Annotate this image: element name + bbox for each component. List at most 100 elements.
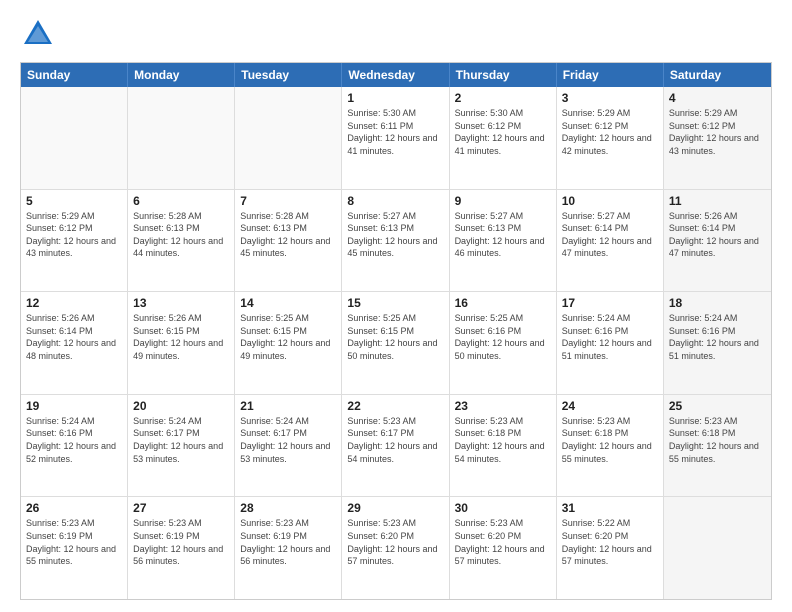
day-number: 4 — [669, 91, 766, 105]
day-info: Sunrise: 5:30 AMSunset: 6:12 PMDaylight:… — [455, 107, 551, 157]
calendar-cell-1: 1 Sunrise: 5:30 AMSunset: 6:11 PMDaylight… — [342, 87, 449, 189]
calendar-page: SundayMondayTuesdayWednesdayThursdayFrid… — [0, 0, 792, 612]
day-info: Sunrise: 5:25 AMSunset: 6:15 PMDaylight:… — [347, 312, 443, 362]
calendar-cell-20: 20 Sunrise: 5:24 AMSunset: 6:17 PMDayligh… — [128, 395, 235, 497]
calendar-row-1: 5 Sunrise: 5:29 AMSunset: 6:12 PMDaylight… — [21, 190, 771, 293]
day-info: Sunrise: 5:29 AMSunset: 6:12 PMDaylight:… — [26, 210, 122, 260]
calendar-row-4: 26Sunrise: 5:23 AMSunset: 6:19 PMDayligh… — [21, 497, 771, 599]
calendar-cell-empty — [128, 87, 235, 189]
day-info: Sunrise: 5:23 AMSunset: 6:19 PMDaylight:… — [240, 517, 336, 567]
calendar-cell-7: 7 Sunrise: 5:28 AMSunset: 6:13 PMDaylight… — [235, 190, 342, 292]
calendar-cell-4: 4 Sunrise: 5:29 AMSunset: 6:12 PMDaylight… — [664, 87, 771, 189]
day-info: Sunrise: 5:24 AMSunset: 6:17 PMDaylight:… — [133, 415, 229, 465]
day-number: 15 — [347, 296, 443, 310]
day-info: Sunrise: 5:24 AMSunset: 6:17 PMDaylight:… — [240, 415, 336, 465]
calendar-cell-19: 19 Sunrise: 5:24 AMSunset: 6:16 PMDayligh… — [21, 395, 128, 497]
day-info: Sunrise: 5:25 AMSunset: 6:15 PMDaylight:… — [240, 312, 336, 362]
day-info: Sunrise: 5:27 AMSunset: 6:14 PMDaylight:… — [562, 210, 658, 260]
day-number: 19 — [26, 399, 122, 413]
day-number: 17 — [562, 296, 658, 310]
day-info: Sunrise: 5:23 AMSunset: 6:19 PMDaylight:… — [133, 517, 229, 567]
calendar-cell-23: 23 Sunrise: 5:23 AMSunset: 6:18 PMDayligh… — [450, 395, 557, 497]
calendar-cell-28: 28Sunrise: 5:23 AMSunset: 6:19 PMDayligh… — [235, 497, 342, 599]
logo — [20, 16, 60, 52]
weekday-header-sunday: Sunday — [21, 63, 128, 87]
calendar-cell-11: 11 Sunrise: 5:26 AMSunset: 6:14 PMDayligh… — [664, 190, 771, 292]
day-number: 11 — [669, 194, 766, 208]
day-number: 16 — [455, 296, 551, 310]
day-info: Sunrise: 5:23 AMSunset: 6:18 PMDaylight:… — [562, 415, 658, 465]
calendar-cell-14: 14 Sunrise: 5:25 AMSunset: 6:15 PMDayligh… — [235, 292, 342, 394]
day-info: Sunrise: 5:27 AMSunset: 6:13 PMDaylight:… — [347, 210, 443, 260]
calendar-cell-9: 9Sunrise: 5:27 AMSunset: 6:13 PMDaylight… — [450, 190, 557, 292]
day-info: Sunrise: 5:24 AMSunset: 6:16 PMDaylight:… — [669, 312, 766, 362]
calendar-cell-21: 21Sunrise: 5:24 AMSunset: 6:17 PMDayligh… — [235, 395, 342, 497]
calendar-cell-24: 24 Sunrise: 5:23 AMSunset: 6:18 PMDayligh… — [557, 395, 664, 497]
calendar-cell-18: 18 Sunrise: 5:24 AMSunset: 6:16 PMDayligh… — [664, 292, 771, 394]
day-info: Sunrise: 5:23 AMSunset: 6:18 PMDaylight:… — [455, 415, 551, 465]
day-info: Sunrise: 5:30 AMSunset: 6:11 PMDaylight:… — [347, 107, 443, 157]
day-info: Sunrise: 5:28 AMSunset: 6:13 PMDaylight:… — [133, 210, 229, 260]
calendar-cell-25: 25 Sunrise: 5:23 AMSunset: 6:18 PMDayligh… — [664, 395, 771, 497]
logo-icon — [20, 16, 56, 52]
day-info: Sunrise: 5:25 AMSunset: 6:16 PMDaylight:… — [455, 312, 551, 362]
calendar: SundayMondayTuesdayWednesdayThursdayFrid… — [20, 62, 772, 600]
day-info: Sunrise: 5:29 AMSunset: 6:12 PMDaylight:… — [562, 107, 658, 157]
calendar-cell-5: 5 Sunrise: 5:29 AMSunset: 6:12 PMDaylight… — [21, 190, 128, 292]
day-number: 27 — [133, 501, 229, 515]
calendar-row-3: 19 Sunrise: 5:24 AMSunset: 6:16 PMDayligh… — [21, 395, 771, 498]
day-number: 3 — [562, 91, 658, 105]
day-number: 1 — [347, 91, 443, 105]
weekday-header-thursday: Thursday — [450, 63, 557, 87]
calendar-cell-22: 22 Sunrise: 5:23 AMSunset: 6:17 PMDayligh… — [342, 395, 449, 497]
day-info: Sunrise: 5:26 AMSunset: 6:14 PMDaylight:… — [669, 210, 766, 260]
calendar-cell-10: 10 Sunrise: 5:27 AMSunset: 6:14 PMDayligh… — [557, 190, 664, 292]
day-number: 7 — [240, 194, 336, 208]
day-info: Sunrise: 5:27 AMSunset: 6:13 PMDaylight:… — [455, 210, 551, 260]
day-number: 6 — [133, 194, 229, 208]
calendar-header: SundayMondayTuesdayWednesdayThursdayFrid… — [21, 63, 771, 87]
day-number: 30 — [455, 501, 551, 515]
calendar-cell-26: 26Sunrise: 5:23 AMSunset: 6:19 PMDayligh… — [21, 497, 128, 599]
day-number: 2 — [455, 91, 551, 105]
weekday-header-tuesday: Tuesday — [235, 63, 342, 87]
day-number: 20 — [133, 399, 229, 413]
day-number: 5 — [26, 194, 122, 208]
calendar-cell-empty — [21, 87, 128, 189]
calendar-cell-empty — [235, 87, 342, 189]
calendar-cell-31: 31 Sunrise: 5:22 AMSunset: 6:20 PMDayligh… — [557, 497, 664, 599]
day-info: Sunrise: 5:28 AMSunset: 6:13 PMDaylight:… — [240, 210, 336, 260]
calendar-cell-29: 29Sunrise: 5:23 AMSunset: 6:20 PMDayligh… — [342, 497, 449, 599]
calendar-row-0: 1 Sunrise: 5:30 AMSunset: 6:11 PMDaylight… — [21, 87, 771, 190]
calendar-cell-17: 17Sunrise: 5:24 AMSunset: 6:16 PMDayligh… — [557, 292, 664, 394]
day-info: Sunrise: 5:23 AMSunset: 6:18 PMDaylight:… — [669, 415, 766, 465]
calendar-cell-6: 6 Sunrise: 5:28 AMSunset: 6:13 PMDaylight… — [128, 190, 235, 292]
weekday-header-wednesday: Wednesday — [342, 63, 449, 87]
calendar-cell-3: 3 Sunrise: 5:29 AMSunset: 6:12 PMDaylight… — [557, 87, 664, 189]
day-number: 24 — [562, 399, 658, 413]
calendar-cell-15: 15 Sunrise: 5:25 AMSunset: 6:15 PMDayligh… — [342, 292, 449, 394]
weekday-header-monday: Monday — [128, 63, 235, 87]
day-info: Sunrise: 5:24 AMSunset: 6:16 PMDaylight:… — [26, 415, 122, 465]
calendar-cell-16: 16 Sunrise: 5:25 AMSunset: 6:16 PMDayligh… — [450, 292, 557, 394]
day-info: Sunrise: 5:22 AMSunset: 6:20 PMDaylight:… — [562, 517, 658, 567]
day-number: 22 — [347, 399, 443, 413]
day-info: Sunrise: 5:23 AMSunset: 6:17 PMDaylight:… — [347, 415, 443, 465]
day-info: Sunrise: 5:29 AMSunset: 6:12 PMDaylight:… — [669, 107, 766, 157]
day-number: 29 — [347, 501, 443, 515]
weekday-header-saturday: Saturday — [664, 63, 771, 87]
day-number: 18 — [669, 296, 766, 310]
day-number: 23 — [455, 399, 551, 413]
day-number: 25 — [669, 399, 766, 413]
day-number: 31 — [562, 501, 658, 515]
header — [20, 16, 772, 52]
day-number: 8 — [347, 194, 443, 208]
calendar-cell-empty — [664, 497, 771, 599]
day-info: Sunrise: 5:23 AMSunset: 6:19 PMDaylight:… — [26, 517, 122, 567]
calendar-row-2: 12Sunrise: 5:26 AMSunset: 6:14 PMDayligh… — [21, 292, 771, 395]
calendar-cell-13: 13 Sunrise: 5:26 AMSunset: 6:15 PMDayligh… — [128, 292, 235, 394]
day-number: 10 — [562, 194, 658, 208]
day-info: Sunrise: 5:26 AMSunset: 6:15 PMDaylight:… — [133, 312, 229, 362]
day-number: 13 — [133, 296, 229, 310]
day-number: 14 — [240, 296, 336, 310]
